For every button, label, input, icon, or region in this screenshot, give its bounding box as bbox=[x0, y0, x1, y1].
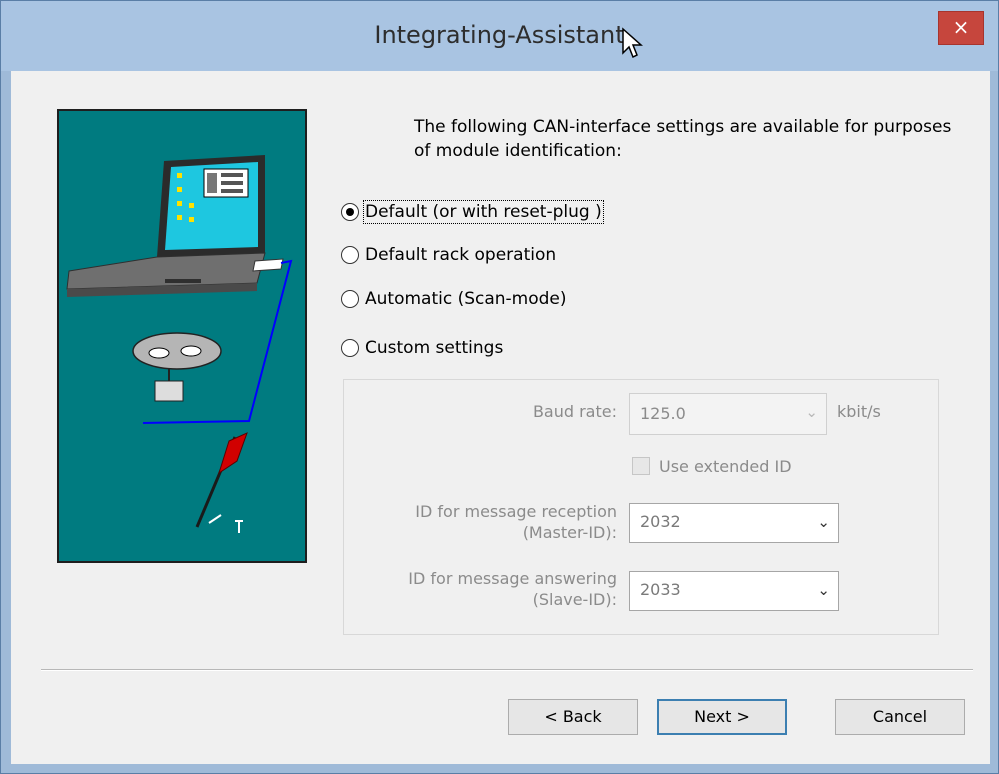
option-default-label: Default (or with reset-plug ) bbox=[363, 200, 604, 224]
wizard-illustration bbox=[57, 109, 307, 563]
radio-button-selected[interactable] bbox=[341, 203, 359, 221]
option-custom[interactable]: Custom settings bbox=[341, 335, 503, 361]
master-id-value: 2032 bbox=[640, 512, 681, 531]
baud-rate-label: Baud rate: bbox=[532, 402, 617, 421]
slave-id-label: ID for message answering (Slave-ID): bbox=[351, 568, 617, 610]
close-button[interactable]: × bbox=[938, 11, 984, 45]
master-id-combobox[interactable]: 2032 ⌄ bbox=[629, 503, 839, 543]
intro-text: The following CAN-interface settings are… bbox=[414, 117, 952, 161]
slave-id-value: 2033 bbox=[640, 580, 681, 599]
next-button[interactable]: Next > bbox=[657, 699, 787, 735]
can-interface-illustration bbox=[66, 155, 293, 533]
close-icon: × bbox=[952, 15, 970, 39]
chevron-down-icon: ⌄ bbox=[805, 403, 818, 421]
baud-rate-value: 125.0 bbox=[640, 404, 686, 423]
option-default-rack[interactable]: Default rack operation bbox=[341, 242, 556, 268]
master-id-label-line2: (Master-ID): bbox=[522, 523, 617, 542]
radio-button[interactable] bbox=[341, 290, 359, 308]
extended-id-checkbox[interactable] bbox=[632, 457, 650, 475]
mouse-pointer-icon bbox=[622, 27, 643, 59]
option-automatic[interactable]: Automatic (Scan-mode) bbox=[341, 286, 567, 312]
chevron-down-icon: ⌄ bbox=[817, 581, 830, 599]
slave-id-combobox[interactable]: 2033 ⌄ bbox=[629, 571, 839, 611]
dialog-window: Integrating-Assistant × The following CA… bbox=[0, 0, 999, 774]
option-custom-label: Custom settings bbox=[365, 338, 504, 358]
option-default-rack-label: Default rack operation bbox=[365, 245, 557, 265]
baud-rate-unit: kbit/s bbox=[837, 402, 881, 421]
option-automatic-label: Automatic (Scan-mode) bbox=[365, 289, 567, 309]
cancel-button[interactable]: Cancel bbox=[835, 699, 965, 735]
dialog-client-area: The following CAN-interface settings are… bbox=[11, 71, 990, 764]
master-id-label-line1: ID for message reception bbox=[415, 502, 617, 521]
baud-rate-select[interactable]: 125.0 ⌄ bbox=[629, 393, 827, 435]
back-button[interactable]: < Back bbox=[508, 699, 638, 735]
chevron-down-icon: ⌄ bbox=[817, 513, 830, 531]
radio-button[interactable] bbox=[341, 339, 359, 357]
title-bar[interactable]: Integrating-Assistant × bbox=[1, 1, 998, 71]
window-title: Integrating-Assistant bbox=[374, 21, 625, 49]
button-separator bbox=[41, 669, 973, 671]
extended-id-label: Use extended ID bbox=[659, 457, 792, 476]
radio-button[interactable] bbox=[341, 246, 359, 264]
master-id-label: ID for message reception (Master-ID): bbox=[351, 501, 617, 543]
option-default[interactable]: Default (or with reset-plug ) bbox=[341, 199, 604, 225]
slave-id-label-line2: (Slave-ID): bbox=[532, 590, 617, 609]
slave-id-label-line1: ID for message answering bbox=[408, 569, 617, 588]
